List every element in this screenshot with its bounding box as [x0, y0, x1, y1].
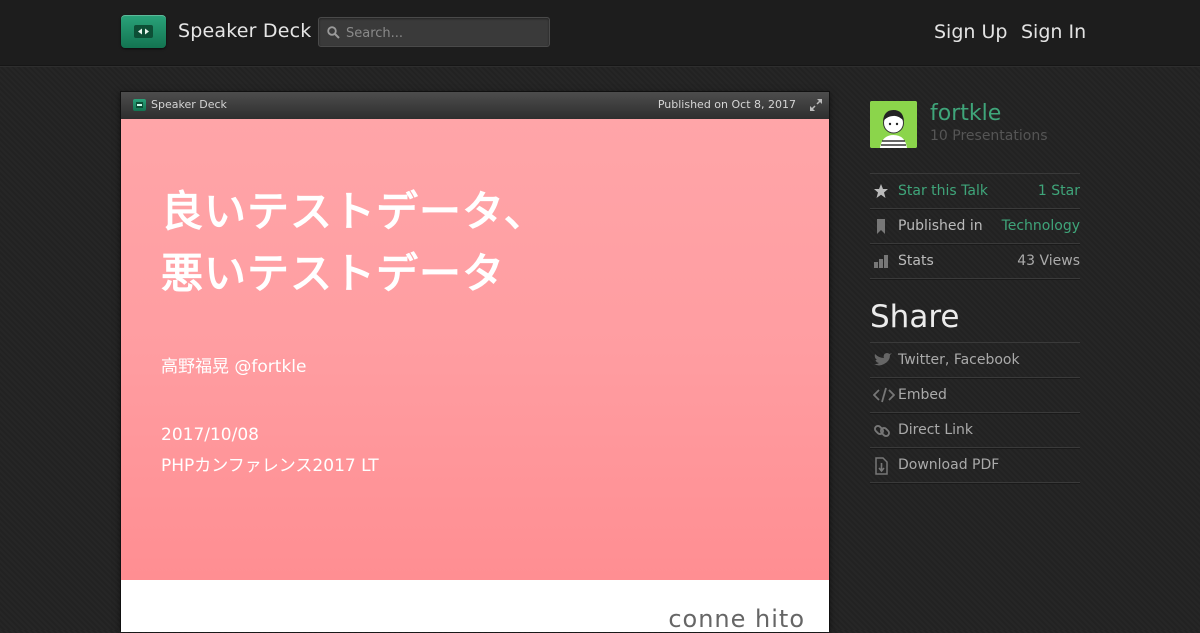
player-brand[interactable]: Speaker Deck	[151, 98, 227, 111]
slide-view[interactable]: 良いテストデータ、 悪いテストデータ 高野福晃 @fortkle 2017/10…	[121, 119, 829, 580]
owner-presentation-count: 10 Presentations	[930, 128, 1048, 144]
share-embed-link[interactable]: Embed	[898, 387, 947, 403]
share-download-pdf-row[interactable]: Download PDF	[870, 448, 1080, 483]
share-twitter-facebook-link[interactable]: Twitter, Facebook	[898, 352, 1020, 368]
published-in-label: Published in	[898, 218, 983, 234]
slide-event: PHPカンファレンス2017 LT	[161, 456, 379, 476]
star-this-talk-link[interactable]: Star this Talk	[898, 183, 988, 199]
category-link[interactable]: Technology	[1002, 218, 1080, 234]
sign-up-link[interactable]: Sign Up	[934, 21, 1007, 43]
search-box[interactable]	[318, 17, 550, 48]
chain-link-icon	[874, 425, 890, 437]
brand-name[interactable]: Speaker Deck	[178, 20, 312, 42]
fullscreen-icon[interactable]	[810, 99, 822, 111]
speaker-deck-logo-icon[interactable]	[121, 15, 166, 48]
slide-title-line-1: 良いテストデータ、	[161, 187, 547, 236]
slide-footer: conne hito	[121, 580, 829, 633]
avatar[interactable]	[870, 101, 917, 148]
bar-chart-icon	[874, 255, 888, 268]
star-row[interactable]: Star this Talk 1 Star	[870, 174, 1080, 209]
twitter-bird-icon	[874, 353, 892, 366]
download-pdf-icon	[875, 457, 888, 475]
sign-in-link[interactable]: Sign In	[1021, 21, 1086, 43]
share-direct-link[interactable]: Direct Link	[898, 422, 973, 438]
stats-label: Stats	[898, 253, 934, 269]
share-direct-link-row[interactable]: Direct Link	[870, 413, 1080, 448]
top-bar: Speaker Deck Sign Up Sign In	[0, 0, 1200, 66]
star-icon	[874, 184, 888, 198]
speaker-deck-mini-logo-icon[interactable]	[133, 99, 146, 111]
slide-title: 良いテストデータ、 悪いテストデータ	[161, 181, 547, 305]
slide-date: 2017/10/08	[161, 425, 259, 445]
bookmark-icon	[877, 219, 885, 234]
player-toolbar: Speaker Deck Published on Oct 8, 2017	[121, 92, 829, 120]
stats-row: Stats 43 Views	[870, 244, 1080, 279]
share-heading: Share	[870, 299, 960, 335]
search-icon	[327, 26, 340, 39]
slide-author: 高野福晃 @fortkle	[161, 357, 307, 377]
connehito-logo: conne hito	[668, 605, 805, 633]
published-date: Published on Oct 8, 2017	[657, 98, 796, 111]
share-download-pdf-link[interactable]: Download PDF	[898, 457, 999, 473]
search-input[interactable]	[344, 18, 548, 48]
share-list: Twitter, Facebook Embed Direct Link Down…	[870, 342, 1080, 483]
owner-name-link[interactable]: fortkle	[930, 101, 1001, 126]
code-embed-icon	[873, 387, 895, 403]
presentation-player: Speaker Deck Published on Oct 8, 2017 良い…	[120, 91, 830, 633]
talk-info-list: Star this Talk 1 Star Published in Techn…	[870, 173, 1080, 279]
share-twitter-facebook-row[interactable]: Twitter, Facebook	[870, 343, 1080, 378]
star-count[interactable]: 1 Star	[1038, 183, 1080, 199]
share-embed-row[interactable]: Embed	[870, 378, 1080, 413]
slide-title-line-2: 悪いテストデータ	[161, 249, 506, 298]
views-count: 43 Views	[1017, 253, 1080, 269]
published-in-row: Published in Technology	[870, 209, 1080, 244]
